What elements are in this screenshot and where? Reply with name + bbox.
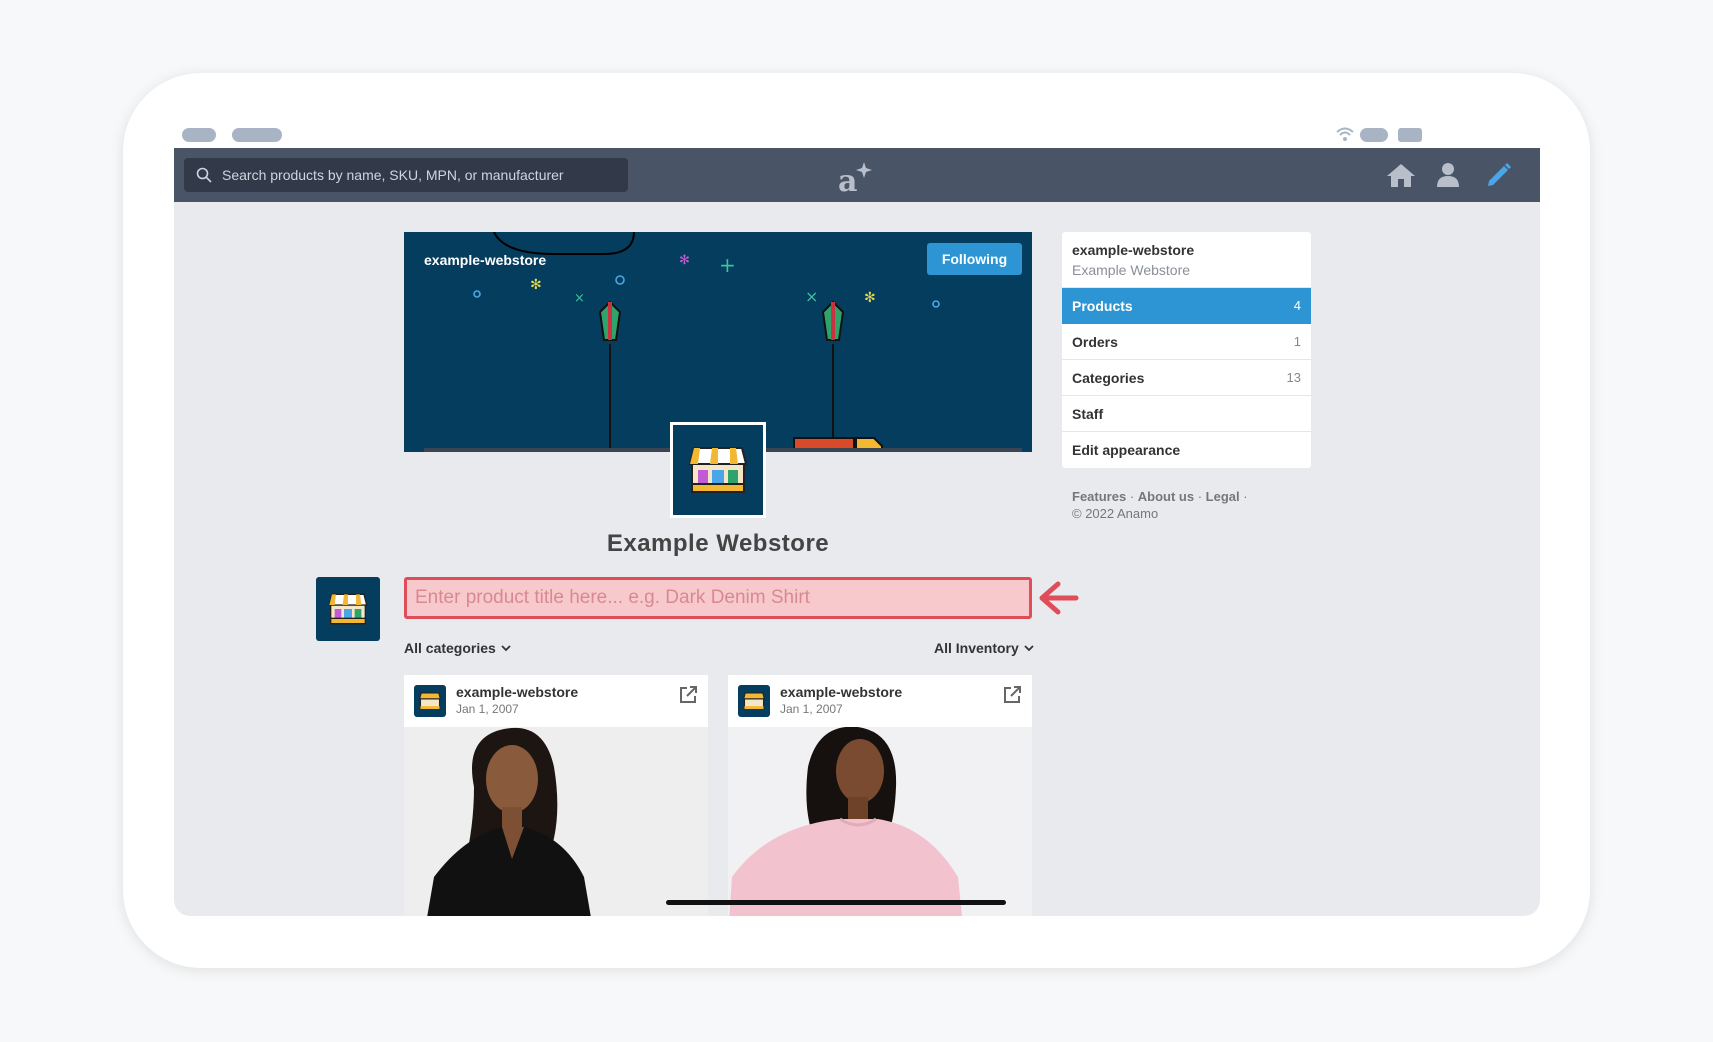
- card-store-avatar[interactable]: [414, 685, 446, 717]
- storefront-icon: [328, 593, 368, 625]
- sidebar-store-handle[interactable]: example-webstore: [1072, 242, 1301, 258]
- footer-link-about[interactable]: About us: [1138, 489, 1194, 504]
- product-card[interactable]: example-webstore Jan 1, 2007: [404, 675, 708, 916]
- sidebar-item-label: Staff: [1072, 405, 1104, 422]
- model-photo-pink-sweatshirt: [728, 727, 1032, 916]
- product-title-input[interactable]: [404, 577, 1032, 619]
- card-header: example-webstore Jan 1, 2007: [404, 675, 708, 727]
- external-link-icon[interactable]: [678, 685, 698, 705]
- search-bar[interactable]: [184, 158, 628, 192]
- home-icon[interactable]: [1386, 162, 1416, 188]
- composer-avatar[interactable]: [316, 577, 380, 641]
- status-pill: [182, 128, 216, 142]
- svg-text:×: ×: [805, 287, 818, 306]
- footer-link-features[interactable]: Features: [1072, 489, 1126, 504]
- sidebar-item-label: Edit appearance: [1072, 442, 1181, 458]
- storefront-icon: [688, 447, 748, 493]
- sidebar-footer: Features · About us · Legal · © 2022 Ana…: [1072, 488, 1248, 522]
- svg-text:a: a: [838, 164, 857, 194]
- search-input[interactable]: [222, 167, 602, 183]
- anamo-logo-icon: a: [838, 162, 872, 194]
- home-indicator[interactable]: [666, 900, 1006, 905]
- edit-pencil-icon[interactable]: [1486, 162, 1512, 188]
- categories-filter[interactable]: All categories: [404, 640, 511, 656]
- inventory-filter-label: All Inventory: [934, 640, 1019, 656]
- card-date: Jan 1, 2007: [780, 702, 843, 716]
- sidebar-item-count: 4: [1293, 298, 1301, 313]
- card-date: Jan 1, 2007: [456, 702, 519, 716]
- model-photo-black-top: [404, 727, 708, 916]
- card-store-name[interactable]: example-webstore: [456, 684, 578, 700]
- following-button[interactable]: Following: [927, 243, 1022, 275]
- sidebar-item-edit-appearance[interactable]: Edit appearance: [1062, 432, 1311, 468]
- svg-text:✻: ✻: [530, 277, 542, 293]
- product-card[interactable]: example-webstore Jan 1, 2007: [728, 675, 1032, 916]
- sidebar-item-products[interactable]: Products 4: [1062, 288, 1311, 324]
- chevron-down-icon: [501, 644, 511, 651]
- sidebar-item-count: 1: [1293, 334, 1301, 349]
- storefront-icon: [743, 692, 765, 710]
- card-store-name[interactable]: example-webstore: [780, 684, 902, 700]
- store-title: Example Webstore: [606, 530, 830, 557]
- sidebar-item-staff[interactable]: Staff: [1062, 396, 1311, 432]
- top-navbar: a: [174, 148, 1540, 202]
- footer-links: Features · About us · Legal ·: [1072, 489, 1248, 504]
- footer-copyright: © 2022 Anamo: [1072, 506, 1159, 521]
- battery-icon: [1398, 128, 1422, 142]
- status-bar: [174, 126, 1540, 148]
- sidebar-item-orders[interactable]: Orders 1: [1062, 324, 1311, 360]
- signal-indicator: [1360, 128, 1388, 142]
- svg-text:+: +: [719, 253, 736, 277]
- user-icon[interactable]: [1436, 162, 1460, 188]
- svg-text:✻: ✻: [864, 290, 876, 306]
- inventory-filter[interactable]: All Inventory: [934, 640, 1034, 656]
- sidebar-item-categories[interactable]: Categories 13: [1062, 360, 1311, 396]
- sidebar-item-label: Products: [1072, 297, 1133, 314]
- sidebar-item-count: 13: [1286, 370, 1301, 385]
- sidebar-store-name: Example Webstore: [1072, 262, 1191, 278]
- svg-text:✻: ✻: [679, 253, 690, 268]
- store-avatar[interactable]: [670, 422, 766, 518]
- card-store-avatar[interactable]: [738, 685, 770, 717]
- status-pill: [232, 128, 282, 142]
- store-sidebar: example-webstore Example Webstore Produc…: [1062, 232, 1311, 468]
- sidebar-item-label: Orders: [1072, 333, 1118, 350]
- footer-link-legal[interactable]: Legal: [1206, 489, 1240, 504]
- storefront-icon: [419, 692, 441, 710]
- svg-text:×: ×: [574, 291, 585, 306]
- product-image[interactable]: [404, 727, 708, 916]
- chevron-down-icon: [1024, 644, 1034, 651]
- search-icon: [196, 167, 212, 183]
- sidebar-item-label: Categories: [1072, 369, 1145, 386]
- app-screen: a ✻ ✻ ✻ × × +: [174, 148, 1540, 916]
- sidebar-header: example-webstore Example Webstore: [1062, 232, 1311, 288]
- store-banner: ✻ ✻ ✻ × × + example-webstore Following: [404, 232, 1032, 452]
- product-image[interactable]: [728, 727, 1032, 916]
- wifi-icon: [1336, 127, 1354, 141]
- banner-store-handle: example-webstore: [424, 252, 547, 268]
- pointer-arrow-icon: [1039, 581, 1079, 615]
- card-header: example-webstore Jan 1, 2007: [728, 675, 1032, 727]
- external-link-icon[interactable]: [1002, 685, 1022, 705]
- categories-filter-label: All categories: [404, 640, 496, 656]
